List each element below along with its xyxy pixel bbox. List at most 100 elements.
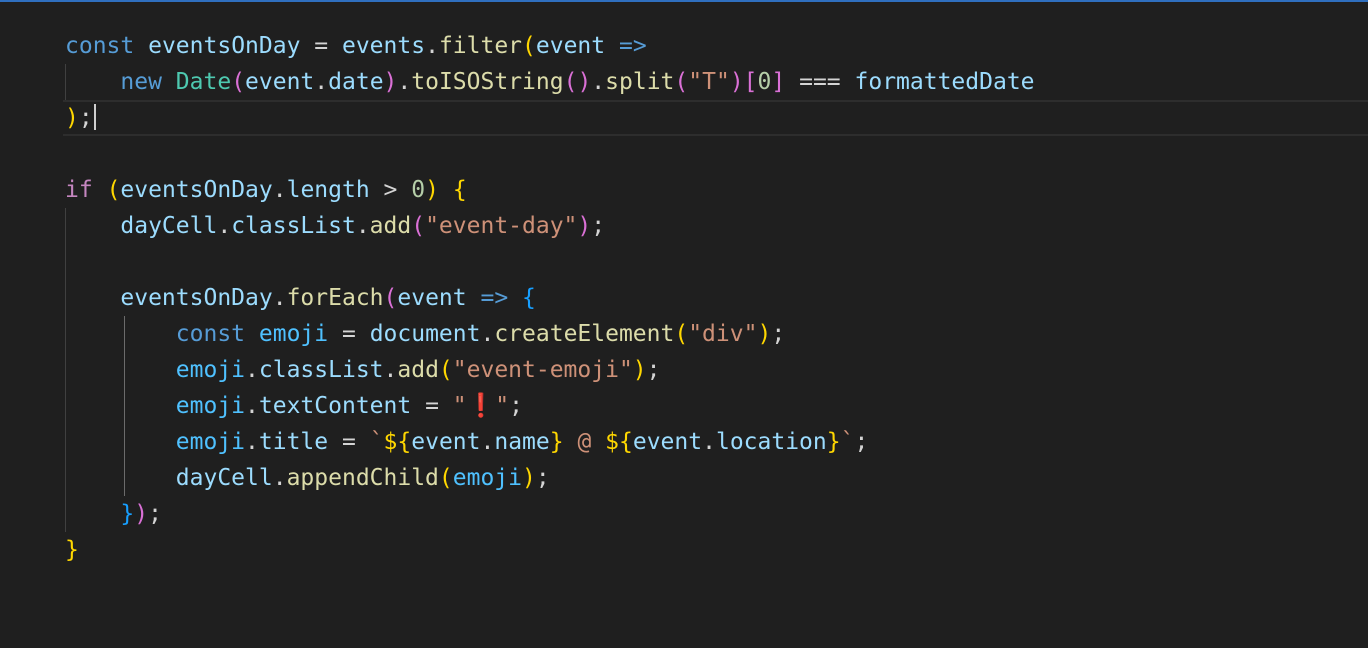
token-string: ": [495, 393, 510, 419]
token-variable: document: [369, 321, 481, 347]
code-line[interactable]: dayCell.appendChild(emoji);: [0, 460, 1368, 496]
token-bracket: (: [438, 465, 453, 491]
token-operator: >: [369, 177, 412, 203]
token-punct: .: [272, 177, 287, 203]
token-keyword: new: [120, 69, 162, 95]
token-operator: =: [300, 33, 342, 59]
code-line[interactable]: }: [0, 532, 1368, 568]
token-punct: .: [272, 465, 287, 491]
token-variable: eventsOnDay: [148, 33, 301, 59]
token-property: length: [286, 177, 370, 203]
token-function: appendChild: [286, 465, 439, 491]
token-variable: eventsOnDay: [120, 177, 273, 203]
code-line[interactable]: eventsOnDay.forEach(event => {: [0, 280, 1368, 316]
token-property: location: [715, 429, 827, 455]
code-line-current[interactable]: );: [0, 100, 1368, 136]
exclamation-emoji-icon: ❗: [466, 393, 496, 419]
token-bracket: (: [106, 177, 121, 203]
code-line[interactable]: emoji.title = `${event.name} @ ${event.l…: [0, 424, 1368, 460]
token-bracket: (: [383, 285, 398, 311]
token-variable: event: [535, 33, 606, 59]
code-line[interactable]: });: [0, 496, 1368, 532]
code-line[interactable]: dayCell.classList.add("event-day");: [0, 208, 1368, 244]
token-property: date: [328, 69, 384, 95]
token-arrow: =>: [605, 33, 647, 59]
token-punct: .: [355, 213, 370, 239]
token-bracket: ): [729, 69, 744, 95]
code-editor[interactable]: const eventsOnDay = events.filter(event …: [0, 28, 1368, 628]
code-line[interactable]: emoji.classList.add("event-emoji");: [0, 352, 1368, 388]
token-bracket: ): [383, 69, 398, 95]
token-operator: ===: [785, 69, 855, 95]
code-line[interactable]: emoji.textContent = "❗";: [0, 388, 1368, 424]
token-punct: .: [702, 429, 716, 455]
token-punct: ;: [509, 393, 523, 419]
token-variable: formattedDate: [854, 69, 1035, 95]
token-punct: .: [245, 357, 259, 383]
token-punct: ;: [148, 501, 162, 527]
token-bracket: (: [231, 69, 246, 95]
token-string: "div": [688, 321, 758, 347]
token-punct: ;: [646, 357, 661, 383]
token-keyword: const: [65, 33, 135, 59]
token-bracket: ): [757, 321, 772, 347]
token-template-delimiter: `: [840, 429, 855, 455]
code-line[interactable]: new Date(event.date).toISOString().split…: [0, 64, 1368, 100]
code-line[interactable]: if (eventsOnDay.length > 0) {: [0, 172, 1368, 208]
token-bracket: (: [674, 321, 689, 347]
token-string: @: [563, 429, 606, 455]
token-bracket: ): [577, 213, 592, 239]
token-bracket: (: [411, 213, 426, 239]
token-bracket: ): [522, 465, 536, 491]
token-variable: eventsOnDay: [120, 285, 273, 311]
top-accent-bar: [0, 0, 1368, 2]
token-function: createElement: [494, 321, 675, 347]
token-operator: =: [328, 429, 370, 455]
token-bracket: (): [563, 69, 592, 95]
token-constant: emoji: [175, 393, 246, 419]
token-brace: {: [452, 177, 467, 203]
token-number: 0: [411, 177, 426, 203]
token-property: classList: [258, 357, 384, 383]
token-punct: ;: [771, 321, 786, 347]
token-punct: .: [383, 357, 398, 383]
token-variable: dayCell: [120, 213, 218, 239]
token-class: Date: [175, 69, 232, 95]
token-template-delimiter: `: [369, 429, 384, 455]
token-function: add: [369, 213, 412, 239]
token-keyword-control: if: [65, 177, 93, 203]
token-constant: emoji: [175, 357, 246, 383]
token-property: title: [258, 429, 329, 455]
token-bracket: ): [134, 501, 149, 527]
token-string: "event-day": [425, 213, 578, 239]
token-punct: .: [245, 393, 259, 419]
token-punct: ;: [591, 213, 606, 239]
token-template-open: ${: [605, 429, 633, 455]
token-punct: .: [397, 69, 412, 95]
token-punct: .: [480, 429, 495, 455]
token-number: 0: [757, 69, 772, 95]
token-bracket: ): [632, 357, 647, 383]
token-bracket: ): [425, 177, 439, 203]
token-string: ": [452, 393, 467, 419]
token-bracket: ): [65, 105, 79, 131]
token-property: name: [494, 429, 550, 455]
token-property: textContent: [258, 393, 412, 419]
token-property: classList: [231, 213, 356, 239]
token-punct: .: [272, 285, 287, 311]
token-punct: .: [314, 69, 329, 95]
token-function: forEach: [286, 285, 384, 311]
token-variable: event: [397, 285, 467, 311]
token-bracket: (: [522, 33, 536, 59]
token-constant: emoji: [258, 321, 329, 347]
token-constant: emoji: [175, 429, 246, 455]
token-punct: .: [217, 213, 232, 239]
token-punct: .: [591, 69, 606, 95]
code-line[interactable]: const emoji = document.createElement("di…: [0, 316, 1368, 352]
token-variable: event: [411, 429, 481, 455]
token-bracket: (: [438, 357, 453, 383]
token-brace: }: [65, 537, 79, 563]
token-punct: ;: [854, 429, 869, 455]
token-arrow: =>: [480, 285, 509, 311]
code-line[interactable]: const eventsOnDay = events.filter(event …: [0, 28, 1368, 64]
